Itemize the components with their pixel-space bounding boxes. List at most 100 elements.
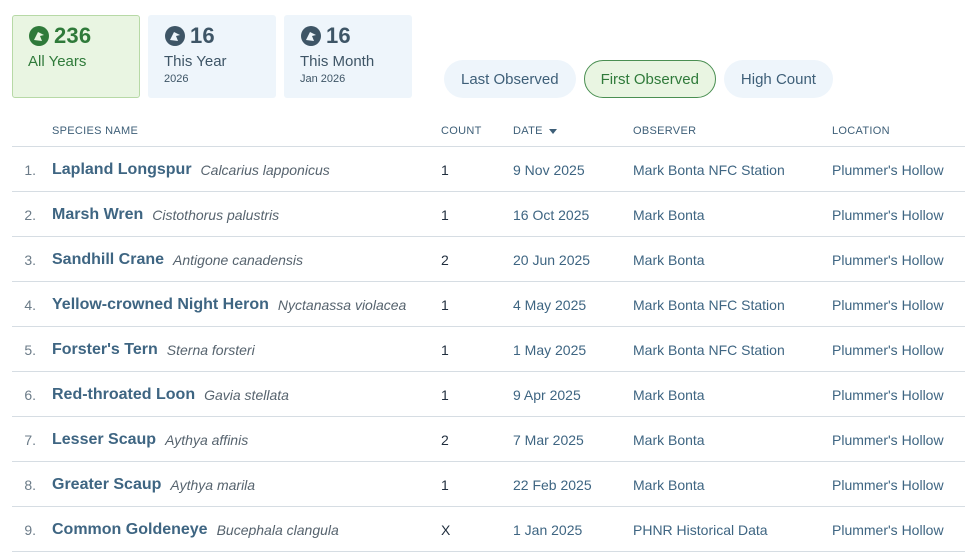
location-link[interactable]: Plummer's Hollow <box>832 507 944 552</box>
species-cell: Marsh Wren Cistothorus palustris <box>52 192 279 237</box>
observer-link[interactable]: Mark Bonta <box>633 417 705 462</box>
species-cell: Lesser Scaup Aythya affinis <box>52 417 248 462</box>
species-cell: Common Goldeneye Bucephala clangula <box>52 507 339 552</box>
count-cell: 2 <box>441 431 449 448</box>
row-number: 2. <box>24 206 36 223</box>
row-number: 1. <box>24 161 36 178</box>
species-cell: Lapland Longspur Calcarius lapponicus <box>52 147 330 192</box>
date-link[interactable]: 20 Jun 2025 <box>513 237 590 282</box>
species-common-name[interactable]: Lapland Longspur <box>52 161 192 179</box>
row-number: 9. <box>24 521 36 538</box>
date-link[interactable]: 16 Oct 2025 <box>513 192 589 237</box>
table-row[interactable]: 3. Sandhill Crane Antigone canadensis 2 20 J… <box>12 237 965 282</box>
column-header-count[interactable]: COUNT <box>441 125 482 137</box>
location-link[interactable]: Plummer's Hollow <box>832 282 944 327</box>
column-header-location[interactable]: LOCATION <box>832 125 890 137</box>
species-tally-icon <box>28 25 50 47</box>
table-row[interactable]: 7. Lesser Scaup Aythya affinis 2 7 Mar 2025 M… <box>12 417 965 462</box>
location-link[interactable]: Plummer's Hollow <box>832 372 944 417</box>
tab-last-observed[interactable]: Last Observed <box>444 60 576 98</box>
stat-number: 16 <box>190 23 215 48</box>
stat-this-year[interactable]: 16 This Year 2026 <box>148 15 276 98</box>
column-header-species[interactable]: SPECIES NAME <box>52 125 138 137</box>
date-link[interactable]: 9 Apr 2025 <box>513 372 581 417</box>
species-scientific-name: Bucephala clangula <box>216 521 339 538</box>
count-cell: 1 <box>441 206 449 223</box>
table-row[interactable]: 5. Forster's Tern Sterna forsteri 1 1 May 20… <box>12 327 965 372</box>
count-cell: 2 <box>441 251 449 268</box>
stat-number: 236 <box>54 23 92 48</box>
observer-link[interactable]: Mark Bonta NFC Station <box>633 147 785 192</box>
row-number: 4. <box>24 296 36 313</box>
date-link[interactable]: 4 May 2025 <box>513 282 586 327</box>
species-cell: Red-throated Loon Gavia stellata <box>52 372 289 417</box>
species-tally-icon <box>164 25 186 47</box>
date-link[interactable]: 1 Jan 2025 <box>513 507 582 552</box>
column-header-date[interactable]: DATE <box>513 125 557 137</box>
stat-this-month[interactable]: 16 This Month Jan 2026 <box>284 15 412 98</box>
species-common-name[interactable]: Greater Scaup <box>52 476 161 494</box>
species-common-name[interactable]: Marsh Wren <box>52 206 143 224</box>
species-scientific-name: Gavia stellata <box>204 386 289 403</box>
species-scientific-name: Aythya affinis <box>165 431 249 448</box>
species-common-name[interactable]: Red-throated Loon <box>52 386 195 404</box>
observer-link[interactable]: Mark Bonta <box>633 462 705 507</box>
column-header-date-label: DATE <box>513 125 543 137</box>
table-row[interactable]: 6. Red-throated Loon Gavia stellata 1 9 Apr … <box>12 372 965 417</box>
species-scientific-name: Calcarius lapponicus <box>200 161 330 178</box>
species-common-name[interactable]: Lesser Scaup <box>52 431 156 449</box>
location-link[interactable]: Plummer's Hollow <box>832 192 944 237</box>
count-cell: 1 <box>441 476 449 493</box>
row-number: 5. <box>24 341 36 358</box>
table-row[interactable]: 1. Lapland Longspur Calcarius lapponicus 1 9… <box>12 147 965 192</box>
species-cell: Greater Scaup Aythya marila <box>52 462 255 507</box>
observer-link[interactable]: Mark Bonta <box>633 237 705 282</box>
date-link[interactable]: 1 May 2025 <box>513 327 586 372</box>
count-cell: 1 <box>441 341 449 358</box>
species-common-name[interactable]: Forster's Tern <box>52 341 158 359</box>
table-row[interactable]: 9. Common Goldeneye Bucephala clangula X 1 J… <box>12 507 965 552</box>
stat-label: This Year <box>164 53 227 70</box>
location-link[interactable]: Plummer's Hollow <box>832 147 944 192</box>
table-row[interactable]: 8. Greater Scaup Aythya marila 1 22 Feb 2025… <box>12 462 965 507</box>
location-link[interactable]: Plummer's Hollow <box>832 327 944 372</box>
location-link[interactable]: Plummer's Hollow <box>832 417 944 462</box>
species-scientific-name: Aythya marila <box>170 476 256 493</box>
stat-number: 16 <box>326 23 351 48</box>
date-link[interactable]: 22 Feb 2025 <box>513 462 592 507</box>
row-number: 3. <box>24 251 36 268</box>
count-cell: 1 <box>441 386 449 403</box>
observer-link[interactable]: Mark Bonta NFC Station <box>633 282 785 327</box>
species-cell: Sandhill Crane Antigone canadensis <box>52 237 303 282</box>
species-scientific-name: Nyctanassa violacea <box>277 296 407 313</box>
stats-bar: 236 All Years 16 This Year 2026 16 This … <box>12 15 412 98</box>
date-link[interactable]: 9 Nov 2025 <box>513 147 585 192</box>
tab-first-observed[interactable]: First Observed <box>583 60 716 98</box>
observer-link[interactable]: Mark Bonta <box>633 372 705 417</box>
species-scientific-name: Antigone canadensis <box>173 251 304 268</box>
stat-label: All Years <box>28 53 87 70</box>
location-link[interactable]: Plummer's Hollow <box>832 462 944 507</box>
species-tally-icon <box>300 25 322 47</box>
row-number: 8. <box>24 476 36 493</box>
table-header: SPECIES NAME COUNT DATE OBSERVER LOCATIO… <box>12 120 965 147</box>
date-link[interactable]: 7 Mar 2025 <box>513 417 584 462</box>
table-row[interactable]: 2. Marsh Wren Cistothorus palustris 1 16 Oct… <box>12 192 965 237</box>
stat-label: This Month <box>300 53 375 70</box>
observer-link[interactable]: Mark Bonta NFC Station <box>633 327 785 372</box>
observer-link[interactable]: Mark Bonta <box>633 192 705 237</box>
stat-all-years[interactable]: 236 All Years <box>12 15 140 98</box>
table-row[interactable]: 4. Yellow-crowned Night Heron Nyctanassa v… <box>12 282 965 327</box>
observer-link[interactable]: PHNR Historical Data <box>633 507 768 552</box>
species-common-name[interactable]: Sandhill Crane <box>52 251 164 269</box>
species-table: 1. Lapland Longspur Calcarius lapponicus 1 9… <box>12 147 965 552</box>
species-common-name[interactable]: Common Goldeneye <box>52 521 208 539</box>
species-common-name[interactable]: Yellow-crowned Night Heron <box>52 296 269 314</box>
count-cell: X <box>441 521 451 538</box>
species-cell: Forster's Tern Sterna forsteri <box>52 327 255 372</box>
stat-period: 2026 <box>164 73 189 85</box>
tab-high-count[interactable]: High Count <box>723 60 833 98</box>
column-header-observer[interactable]: OBSERVER <box>633 125 696 137</box>
sort-descending-icon <box>548 128 557 134</box>
location-link[interactable]: Plummer's Hollow <box>832 237 944 282</box>
